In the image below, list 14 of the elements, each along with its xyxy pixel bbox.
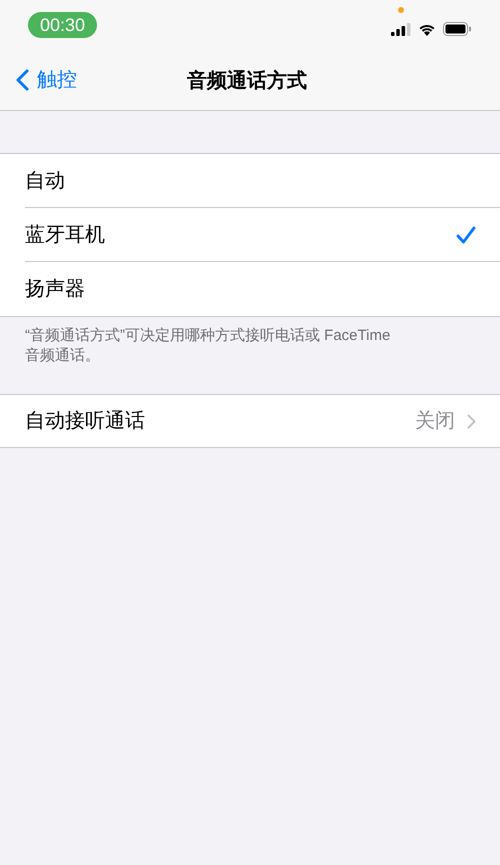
back-button[interactable]: 触控 <box>0 65 77 95</box>
status-time: 00:30 <box>28 12 98 38</box>
battery-icon <box>443 22 472 36</box>
option-row[interactable]: 自动 <box>25 154 500 208</box>
privacy-indicator-icon <box>398 7 404 13</box>
chevron-right-icon <box>467 414 476 428</box>
option-row[interactable]: 蓝牙耳机 <box>25 208 500 262</box>
chevron-left-icon <box>16 69 29 91</box>
option-row[interactable]: 扬声器 <box>25 262 500 316</box>
wifi-icon <box>418 22 436 36</box>
page-title: 音频通话方式 <box>187 68 307 94</box>
auto-answer-row[interactable]: 自动接听通话 关闭 <box>0 394 500 448</box>
signal-icon <box>391 22 411 36</box>
footer-note: “音频通话方式”可决定用哪种方式接听电话或 FaceTime 音频通话。 <box>24 326 392 366</box>
